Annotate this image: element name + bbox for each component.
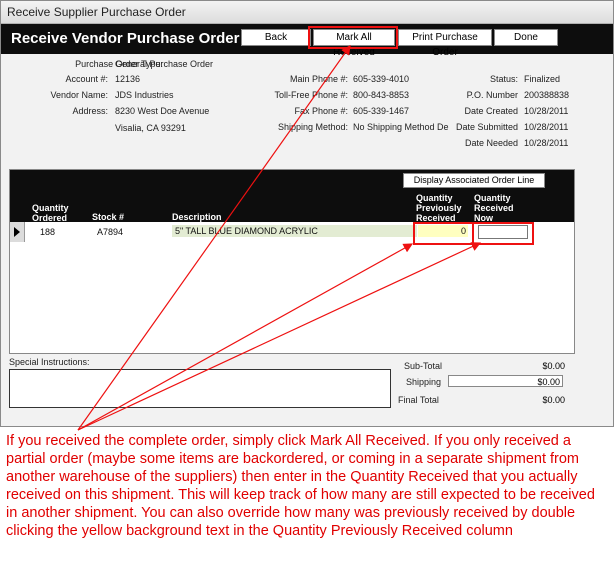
annotation-note: If you received the complete order, simp… (6, 433, 595, 539)
arrow-to-mark-all (77, 45, 351, 431)
arrow-to-received-now (77, 242, 482, 431)
arrow-to-prev-received (77, 243, 414, 431)
